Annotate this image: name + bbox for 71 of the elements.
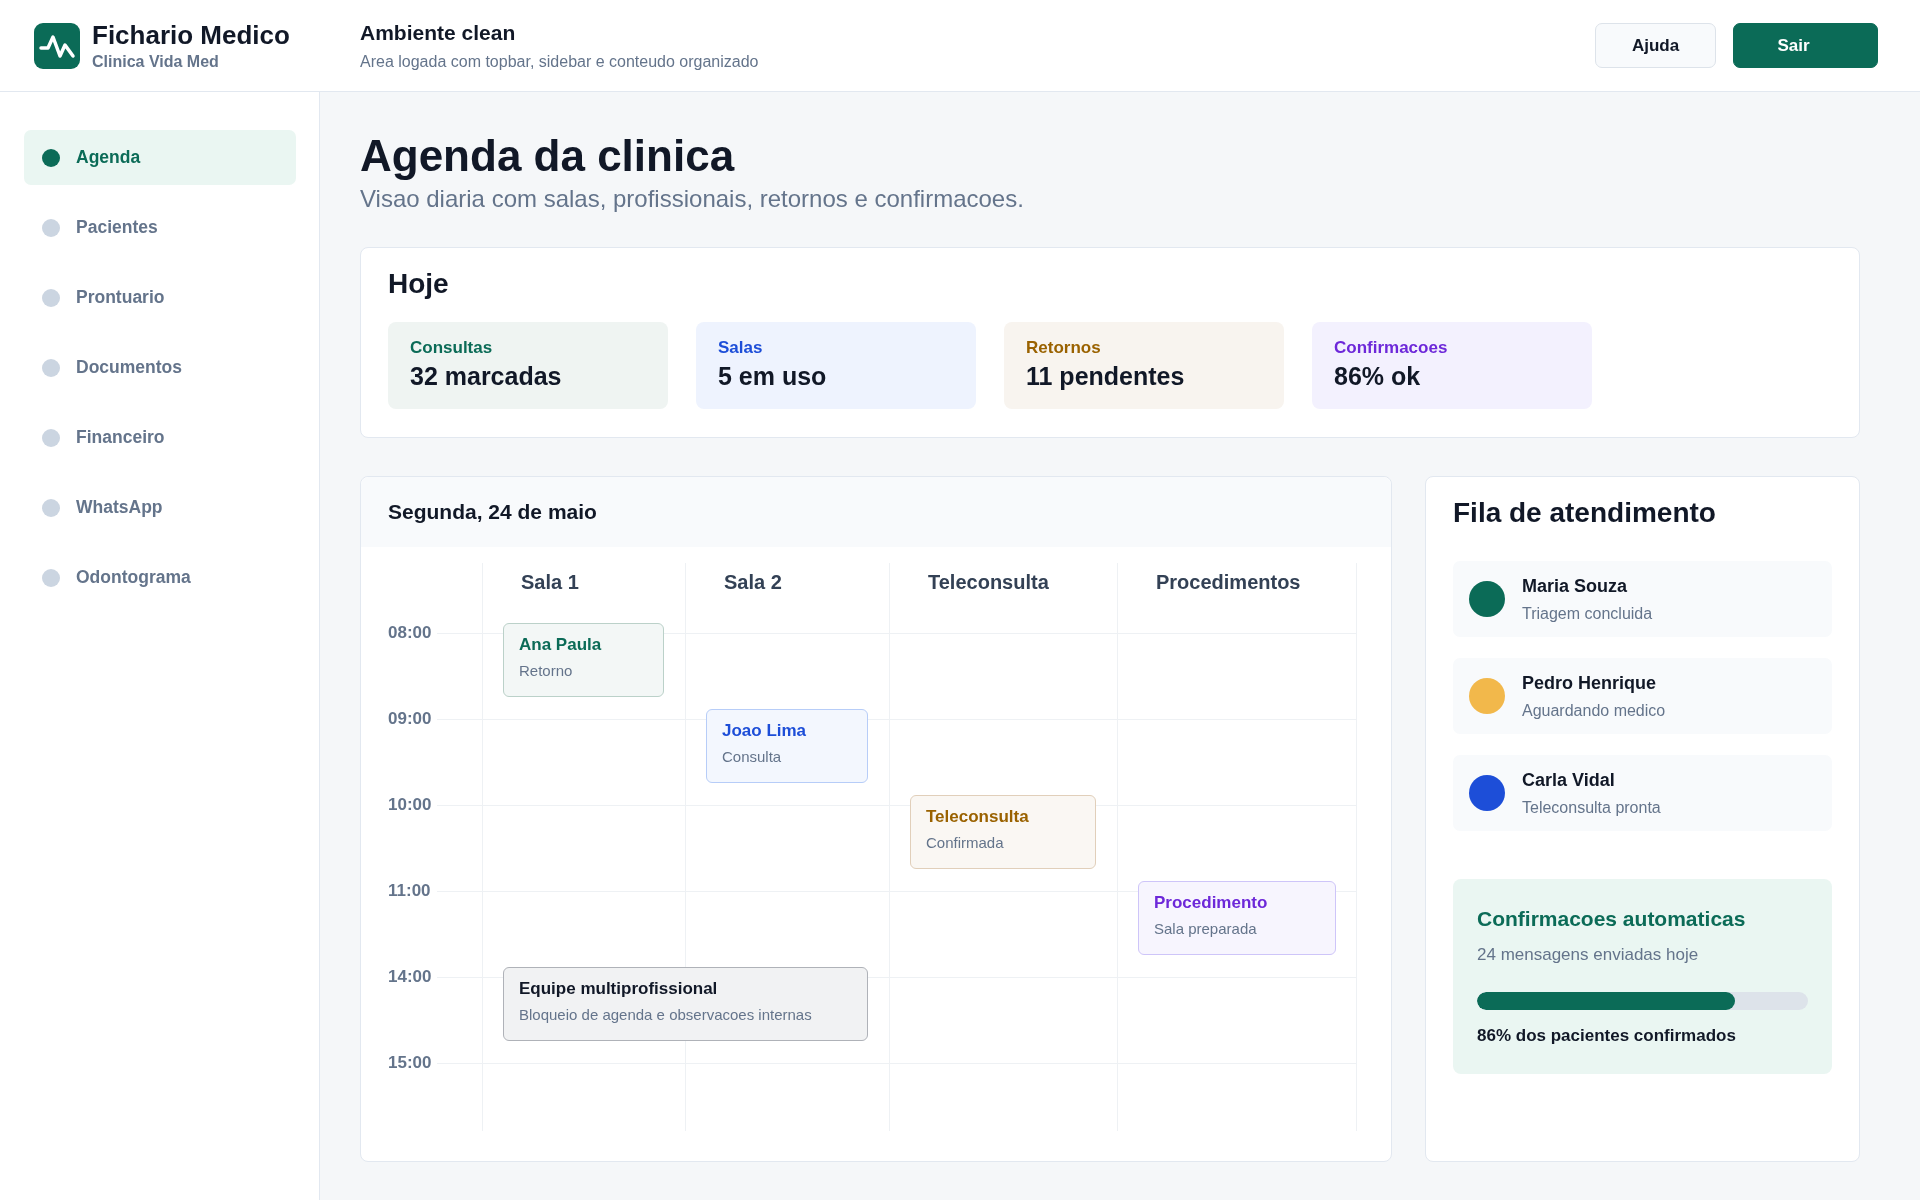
queue-item[interactable]: Maria Souza Triagem concluida (1453, 561, 1832, 637)
appointment-title: Ana Paula (519, 635, 603, 655)
appointment-card[interactable]: Procedimento Sala preparada (1138, 881, 1336, 955)
section-title: Fila de atendimento (1453, 497, 1717, 529)
appointment-card[interactable]: Ana Paula Retorno (503, 623, 664, 697)
patient-name: Maria Souza (1522, 575, 1629, 597)
dot-icon (42, 428, 60, 447)
queue-item[interactable]: Pedro Henrique Aguardando medico (1453, 658, 1832, 734)
pulse-logo-icon (34, 22, 80, 69)
panel-caption: 86% dos pacientes confirmados (1477, 1026, 1737, 1046)
appointment-detail: Sala preparada (1154, 920, 1258, 937)
appointment-detail: Retorno (519, 662, 574, 679)
sidebar-item[interactable]: Agenda (24, 130, 296, 185)
stat-label: Consultas (410, 338, 494, 358)
dot-icon (42, 288, 60, 307)
clinic-name: Clinica Vida Med (92, 53, 220, 71)
panel-text: 24 mensagens enviadas hoje (1477, 945, 1700, 965)
stat-value: 32 marcadas (410, 362, 563, 391)
sidebar-item[interactable]: Odontograma (24, 550, 296, 605)
patient-status: Teleconsulta pronta (1522, 798, 1661, 817)
app-title: Fichario Medico (92, 20, 290, 51)
column-header: Sala 2 (724, 571, 782, 594)
page-title: Agenda da clinica (360, 130, 736, 182)
time-label: 08:00 (388, 622, 432, 644)
sidebar-item[interactable]: Financeiro (24, 410, 296, 465)
appointment-title: Joao Lima (722, 721, 808, 741)
column-header: Procedimentos (1156, 571, 1301, 594)
sidebar-item[interactable]: Prontuario (24, 270, 296, 325)
dot-icon (42, 148, 60, 167)
stat-value: 11 pendentes (1026, 362, 1186, 391)
queue-item[interactable]: Carla Vidal Teleconsulta pronta (1453, 755, 1832, 831)
sidebar-item[interactable]: WhatsApp (24, 480, 296, 535)
topbar-title: Ambiente clean (360, 20, 517, 45)
patient-status: Triagem concluida (1522, 604, 1653, 623)
help-button[interactable]: Ajuda (1595, 23, 1716, 68)
stat-label: Retornos (1026, 338, 1102, 358)
column-header: Teleconsulta (928, 571, 1049, 594)
appointment-title: Procedimento (1154, 893, 1269, 913)
page-subtitle: Visao diaria com salas, profissionais, retornos e confirmacoes. (360, 185, 1025, 213)
time-label: 11:00 (388, 880, 431, 902)
sidebar-item[interactable]: Documentos (24, 340, 296, 395)
appointment-card[interactable]: Joao Lima Consulta (706, 709, 868, 783)
appointment-title: Teleconsulta (926, 807, 1030, 827)
stat-value: 5 em uso (718, 362, 828, 391)
dot-icon (42, 358, 60, 377)
section-title: Hoje (388, 268, 450, 300)
appointment-card[interactable]: Equipe multiprofissional Bloqueio de agenda e observacoes internas (503, 967, 868, 1041)
appointment-title: Equipe multiprofissional (519, 979, 719, 999)
topbar-subtitle: Area logada com topbar, sidebar e conteudo organizado (360, 52, 760, 71)
time-label: 10:00 (388, 794, 432, 816)
time-label: 14:00 (388, 966, 432, 988)
stat-label: Salas (718, 338, 764, 358)
appointment-card[interactable]: Teleconsulta Confirmada (910, 795, 1096, 869)
stat-value: 86% ok (1334, 362, 1422, 391)
dot-icon (42, 498, 60, 517)
dot-icon (42, 568, 60, 587)
appointment-detail: Consulta (722, 748, 783, 765)
sidebar-item[interactable]: Pacientes (24, 200, 296, 255)
patient-name: Pedro Henrique (1522, 672, 1658, 694)
time-label: 15:00 (388, 1052, 432, 1074)
calendar-date: Segunda, 24 de maio (388, 500, 597, 524)
patient-name: Carla Vidal (1522, 769, 1616, 791)
appointment-detail: Bloqueio de agenda e observacoes internas (519, 1006, 813, 1023)
patient-status: Aguardando medico (1522, 701, 1666, 720)
stat-label: Confirmacoes (1334, 338, 1449, 358)
column-header: Sala 1 (521, 571, 579, 594)
time-label: 09:00 (388, 708, 432, 730)
logout-button[interactable]: Sair (1733, 23, 1878, 68)
appointment-detail: Confirmada (926, 834, 1005, 851)
panel-title: Confirmacoes automaticas (1477, 907, 1747, 931)
dot-icon (42, 218, 60, 237)
